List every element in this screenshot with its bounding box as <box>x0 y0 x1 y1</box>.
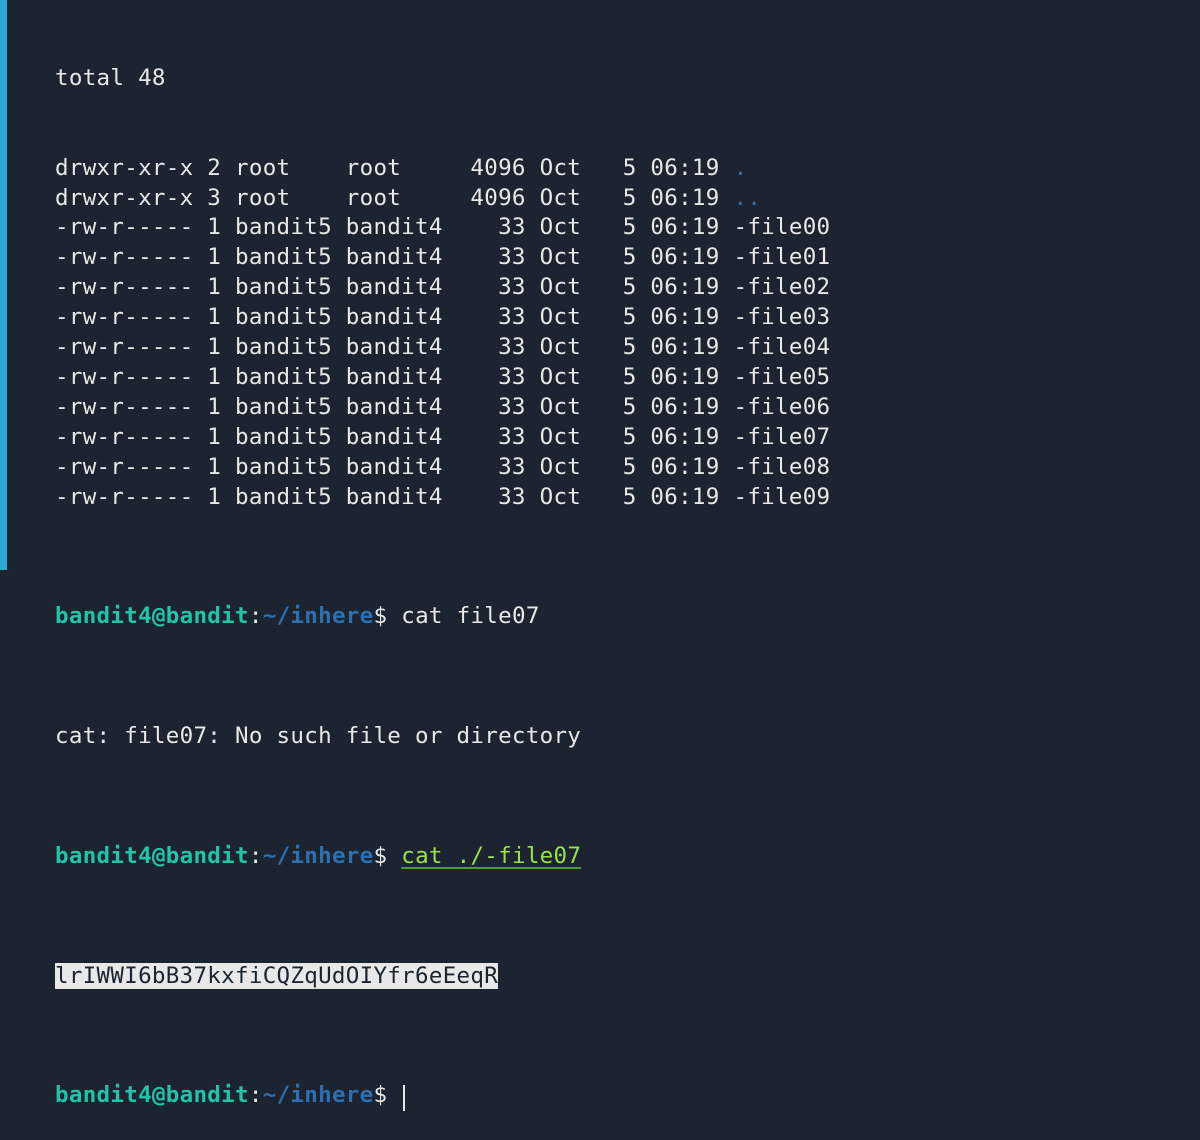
listing-row: -rw-r----- 1 bandit5 bandit4 33 Oct 5 06… <box>55 273 1190 303</box>
prompt-dollar: $ <box>374 843 388 869</box>
listing-row: -rw-r----- 1 bandit5 bandit4 33 Oct 5 06… <box>55 483 1190 513</box>
listing-row: -rw-r----- 1 bandit5 bandit4 33 Oct 5 06… <box>55 213 1190 243</box>
file-name: .. <box>733 185 761 211</box>
listing-row: -rw-r----- 1 bandit5 bandit4 33 Oct 5 06… <box>55 243 1190 273</box>
listing-row: -rw-r----- 1 bandit5 bandit4 33 Oct 5 06… <box>55 453 1190 483</box>
prompt-line-2: bandit4@bandit:~/inhere$ cat ./-file07 <box>55 842 1190 872</box>
prompt-colon: : <box>249 843 263 869</box>
listing-row: -rw-r----- 1 bandit5 bandit4 33 Oct 5 06… <box>55 363 1190 393</box>
window-left-edge <box>0 0 7 570</box>
cursor <box>403 1085 405 1111</box>
prompt-path: ~/inhere <box>263 843 374 869</box>
selected-output: lrIWWI6bB37kxfiCQZqUdOIYfr6eEeqR <box>55 963 498 989</box>
file-name: -file00 <box>733 214 830 240</box>
prompt-dollar: $ <box>374 1082 388 1108</box>
prompt-path: ~/inhere <box>263 1082 374 1108</box>
command-1: cat file07 <box>401 603 539 629</box>
command-2: cat ./-file07 <box>401 843 581 869</box>
file-name: -file01 <box>733 244 830 270</box>
listing-row: -rw-r----- 1 bandit5 bandit4 33 Oct 5 06… <box>55 393 1190 423</box>
prompt-colon: : <box>249 603 263 629</box>
terminal[interactable]: total 48 drwxr-xr-x 2 root root 4096 Oct… <box>7 0 1200 570</box>
file-name: -file09 <box>733 484 830 510</box>
listing-row: drwxr-xr-x 3 root root 4096 Oct 5 06:19 … <box>55 184 1190 214</box>
prompt-line-3[interactable]: bandit4@bandit:~/inhere$ <box>55 1081 1190 1111</box>
file-name: -file08 <box>733 454 830 480</box>
error-output: cat: file07: No such file or directory <box>55 722 1190 752</box>
listing-row: -rw-r----- 1 bandit5 bandit4 33 Oct 5 06… <box>55 423 1190 453</box>
file-listing: drwxr-xr-x 2 root root 4096 Oct 5 06:19 … <box>55 154 1190 513</box>
file-name: -file07 <box>733 424 830 450</box>
listing-row: drwxr-xr-x 2 root root 4096 Oct 5 06:19 … <box>55 154 1190 184</box>
file-name: -file05 <box>733 364 830 390</box>
prompt-user-host: bandit4@bandit <box>55 843 249 869</box>
total-line: total 48 <box>55 64 1190 94</box>
prompt-path: ~/inhere <box>263 603 374 629</box>
file-name: -file04 <box>733 334 830 360</box>
file-name: -file03 <box>733 304 830 330</box>
listing-row: -rw-r----- 1 bandit5 bandit4 33 Oct 5 06… <box>55 303 1190 333</box>
output-line: lrIWWI6bB37kxfiCQZqUdOIYfr6eEeqR <box>55 962 1190 992</box>
file-name: -file02 <box>733 274 830 300</box>
prompt-line-1: bandit4@bandit:~/inhere$ cat file07 <box>55 602 1190 632</box>
file-name: . <box>733 155 747 181</box>
prompt-dollar: $ <box>374 603 388 629</box>
prompt-user-host: bandit4@bandit <box>55 603 249 629</box>
prompt-user-host: bandit4@bandit <box>55 1082 249 1108</box>
prompt-colon: : <box>249 1082 263 1108</box>
file-name: -file06 <box>733 394 830 420</box>
listing-row: -rw-r----- 1 bandit5 bandit4 33 Oct 5 06… <box>55 333 1190 363</box>
